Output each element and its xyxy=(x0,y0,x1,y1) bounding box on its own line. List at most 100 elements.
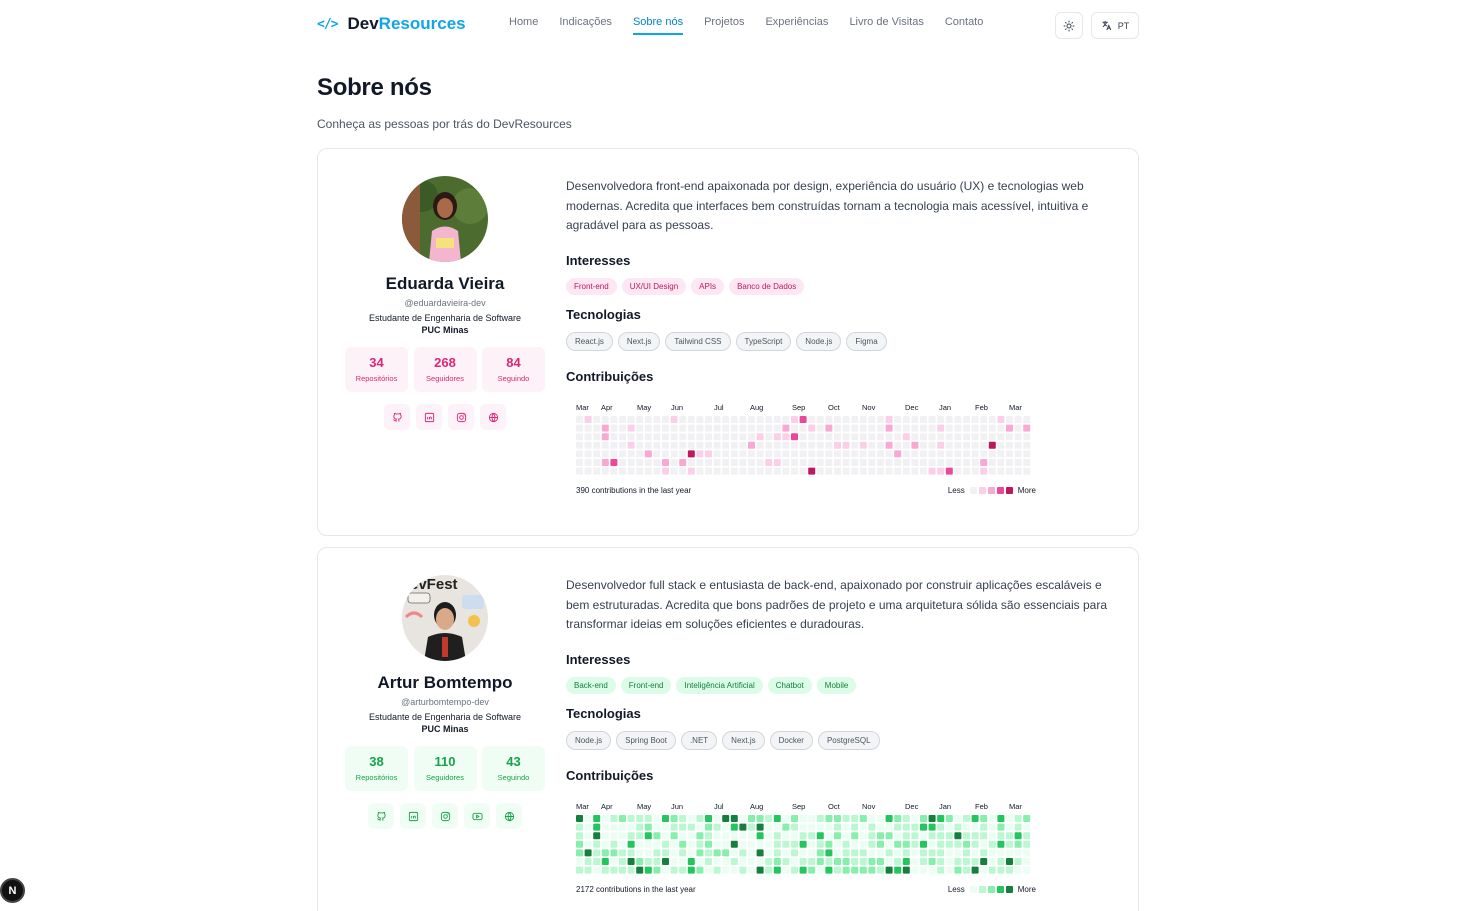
contribution-legend: Less More xyxy=(948,486,1036,495)
contribution-day xyxy=(885,823,893,831)
contribution-day xyxy=(971,840,979,848)
contribution-day xyxy=(799,450,807,458)
linkedin-link[interactable] xyxy=(400,803,426,829)
nav-indicacoes[interactable]: Indicações xyxy=(559,16,612,35)
youtube-link[interactable] xyxy=(464,803,490,829)
contribution-day xyxy=(662,831,669,839)
contribution-day xyxy=(920,432,927,440)
contribution-day xyxy=(920,415,927,423)
contribution-day xyxy=(679,415,687,423)
contribution-day xyxy=(730,467,738,475)
contribution-day xyxy=(653,814,661,822)
contribution-day xyxy=(851,415,859,423)
contribution-day xyxy=(739,467,747,475)
contribution-day xyxy=(808,866,816,874)
contribution-day xyxy=(644,857,652,865)
contribution-day xyxy=(705,458,712,466)
contribution-day xyxy=(911,450,919,458)
contribution-day xyxy=(980,849,988,857)
contribution-day xyxy=(593,424,601,432)
contribution-day xyxy=(601,857,609,865)
contribution-day xyxy=(593,823,601,831)
contribution-day xyxy=(653,424,661,432)
contribution-day xyxy=(954,849,962,857)
contribution-day xyxy=(988,840,996,848)
contribution-day xyxy=(911,814,919,822)
contribution-day xyxy=(601,432,609,440)
language-button[interactable]: PT xyxy=(1091,12,1139,39)
linkedin-link[interactable] xyxy=(416,404,442,430)
contribution-day xyxy=(662,458,669,466)
contribution-day xyxy=(980,831,988,839)
nav-livro-de-visitas[interactable]: Livro de Visitas xyxy=(849,16,923,35)
contribution-day xyxy=(593,441,601,449)
contribution-day xyxy=(610,458,618,466)
contribution-day xyxy=(808,840,816,848)
profile-stats: 34 Repositórios 268 Seguidores 84 Seguindo xyxy=(345,347,545,392)
contribution-day xyxy=(885,450,893,458)
contribution-day xyxy=(988,831,996,839)
github-link[interactable] xyxy=(384,404,410,430)
contribution-day xyxy=(610,849,618,857)
contribution-day xyxy=(868,831,876,839)
contribution-day xyxy=(1014,814,1022,822)
instagram-link[interactable] xyxy=(432,803,458,829)
contribution-day xyxy=(997,424,1005,432)
contribution-day xyxy=(988,467,996,475)
nav-experiencias[interactable]: Experiências xyxy=(765,16,828,35)
contribution-day xyxy=(782,857,790,865)
contribution-day xyxy=(722,840,730,848)
contribution-day xyxy=(988,441,996,449)
contribution-day xyxy=(834,831,841,839)
page-title: Sobre nós xyxy=(317,74,432,101)
contribution-day xyxy=(980,424,988,432)
contribution-day xyxy=(988,866,996,874)
github-link[interactable] xyxy=(368,803,394,829)
dev-tools-button[interactable]: N xyxy=(0,878,25,903)
contribution-day xyxy=(877,857,884,865)
contribution-day xyxy=(954,415,962,423)
nav-projetos[interactable]: Projetos xyxy=(704,16,744,35)
contribution-day xyxy=(834,857,841,865)
contribution-day xyxy=(928,432,936,440)
logo[interactable]: </> DevResources xyxy=(317,14,466,34)
contribution-day xyxy=(980,823,988,831)
website-link[interactable] xyxy=(496,803,522,829)
theme-toggle-button[interactable] xyxy=(1055,12,1083,39)
contribution-day xyxy=(945,823,953,831)
contribution-day xyxy=(851,840,859,848)
month-label: Oct xyxy=(828,802,841,811)
contribution-day xyxy=(584,432,592,440)
contribution-day xyxy=(644,432,652,440)
contribution-day xyxy=(911,857,919,865)
instagram-link[interactable] xyxy=(448,404,474,430)
contribution-day xyxy=(911,823,919,831)
contribution-day xyxy=(1006,823,1013,831)
contribution-day xyxy=(963,866,970,874)
logo-text: DevResources xyxy=(347,14,466,33)
contribution-day xyxy=(808,467,816,475)
contribution-day xyxy=(911,424,919,432)
contribution-day xyxy=(713,840,721,848)
contribution-day xyxy=(670,432,678,440)
contribution-day xyxy=(739,415,747,423)
technology-chip: Node.js xyxy=(566,730,612,750)
contribution-day xyxy=(687,831,695,839)
contribution-day xyxy=(722,823,730,831)
contribution-day xyxy=(765,458,773,466)
nav-sobre-nos[interactable]: Sobre nós xyxy=(632,16,684,35)
contribution-day xyxy=(868,450,876,458)
contribution-day xyxy=(601,849,609,857)
contribution-day xyxy=(765,432,773,440)
interests-heading: Interesses xyxy=(566,252,631,268)
contribution-day xyxy=(1006,814,1013,822)
github-icon xyxy=(392,412,402,422)
contribution-day xyxy=(627,467,635,475)
contribution-day xyxy=(997,467,1005,475)
nav-home[interactable]: Home xyxy=(509,16,538,35)
contribution-day xyxy=(859,857,867,865)
contribution-day xyxy=(576,458,583,466)
contribution-day xyxy=(679,441,687,449)
nav-contato[interactable]: Contato xyxy=(945,16,984,35)
website-link[interactable] xyxy=(480,404,506,430)
